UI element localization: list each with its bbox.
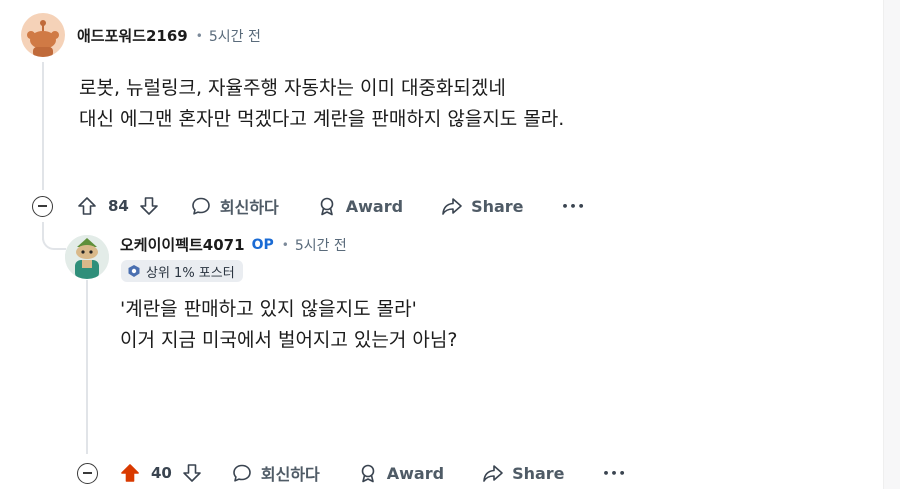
award-button[interactable]: Award: [317, 196, 403, 216]
arrow-up-filled-icon: [121, 464, 139, 482]
reply-button[interactable]: 회신하다: [191, 194, 279, 218]
username[interactable]: 애드포워드2169: [77, 25, 188, 46]
snoo-avatar-icon: [65, 235, 109, 279]
speech-bubble-icon: [233, 464, 251, 482]
more-options-button[interactable]: •••: [603, 467, 627, 480]
share-label: Share: [471, 196, 524, 216]
collapse-button[interactable]: [32, 195, 53, 217]
flair-label: 상위 1% 포스터: [146, 265, 235, 281]
award-button[interactable]: Award: [358, 463, 444, 483]
scrollbar-track[interactable]: [883, 0, 900, 489]
downvote-button[interactable]: [139, 196, 159, 216]
more-dots-icon: •••: [602, 466, 627, 480]
comment-line: 대신 에그맨 혼자만 먹겠다고 계란을 판매하지 않을지도 몰라.: [79, 108, 565, 130]
comment-line: '계란을 판매하고 있지 않을지도 몰라': [120, 298, 417, 320]
more-dots-icon: •••: [561, 199, 586, 213]
award-icon: [320, 197, 334, 216]
timestamp[interactable]: 5시간 전: [209, 26, 261, 46]
thread-line: [86, 280, 88, 454]
comment-meta: 애드포워드2169 • 5시간 전: [77, 25, 261, 46]
share-button[interactable]: Share: [441, 196, 524, 216]
thread-branch: [42, 224, 66, 250]
comment-actions: 40 회신하다 Award Share •••: [77, 455, 627, 491]
award-label: Award: [345, 196, 404, 216]
award-icon: [361, 464, 375, 483]
upvote-button[interactable]: [120, 463, 140, 483]
comment-meta: 오케이이펙트4071 OP • 5시간 전: [120, 234, 347, 255]
vote-score: 40: [151, 464, 172, 482]
top-poster-icon: [128, 265, 140, 277]
reply-button[interactable]: 회신하다: [232, 461, 320, 485]
avatar[interactable]: [65, 235, 109, 279]
op-badge: OP: [251, 236, 274, 253]
collapse-button[interactable]: [77, 462, 98, 484]
avatar[interactable]: [21, 13, 65, 57]
arrow-down-icon: [140, 197, 158, 215]
share-icon: [483, 465, 503, 482]
downvote-button[interactable]: [182, 463, 202, 483]
user-flair: 상위 1% 포스터: [121, 260, 243, 282]
share-label: Share: [512, 463, 565, 483]
comment-line: 이거 지금 미국에서 벌어지고 있는거 아님?: [120, 329, 458, 351]
comment-body: 로봇, 뉴럴링크, 자율주행 자동차는 이미 대중화되겠네 대신 에그맨 혼자만…: [79, 73, 564, 135]
arrow-up-icon: [78, 197, 96, 215]
award-label: Award: [386, 463, 445, 483]
thread-line: [42, 62, 44, 190]
separator-dot: •: [195, 28, 203, 43]
username[interactable]: 오케이이펙트4071: [120, 234, 245, 255]
reply-label: 회신하다: [219, 198, 279, 217]
speech-bubble-icon: [192, 197, 210, 215]
reply-label: 회신하다: [260, 465, 320, 484]
share-icon: [442, 198, 462, 215]
arrow-down-icon: [183, 464, 201, 482]
share-button[interactable]: Share: [482, 463, 565, 483]
vote-score: 84: [108, 197, 129, 215]
comment-body: '계란을 판매하고 있지 않을지도 몰라' 이거 지금 미국에서 벌어지고 있는…: [120, 294, 457, 356]
comment-actions: 84 회신하다 Award Share •••: [32, 188, 586, 224]
upvote-button[interactable]: [77, 196, 97, 216]
separator-dot: •: [281, 237, 289, 252]
more-options-button[interactable]: •••: [562, 200, 586, 213]
timestamp[interactable]: 5시간 전: [295, 235, 347, 255]
comment-line: 로봇, 뉴럴링크, 자율주행 자동차는 이미 대중화되겠네: [79, 77, 506, 99]
snoo-avatar-icon: [21, 13, 65, 57]
